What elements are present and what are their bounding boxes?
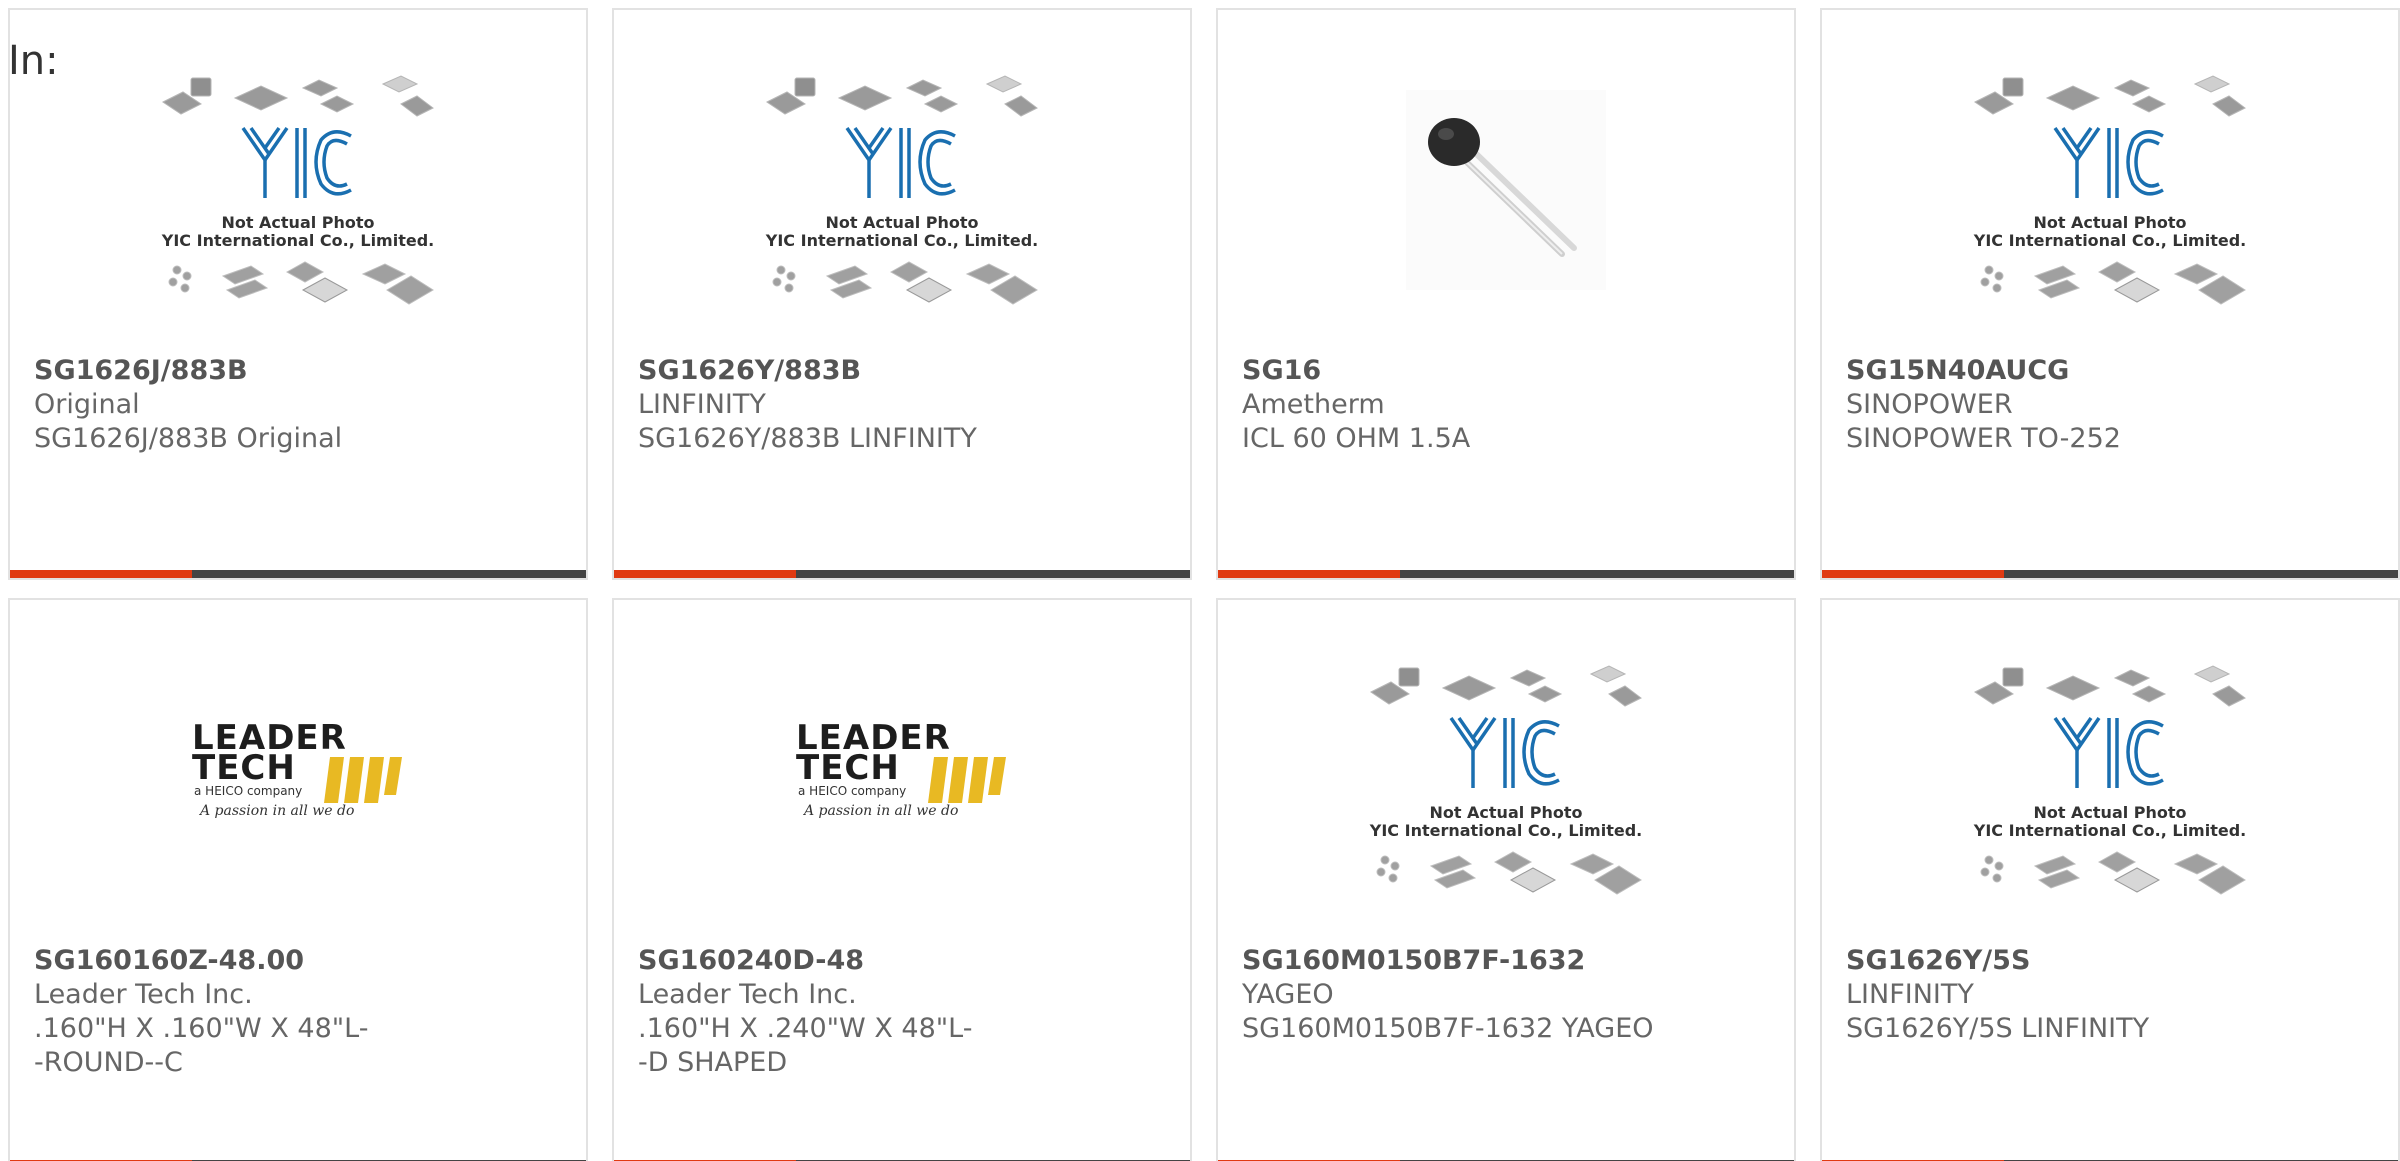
yic-placeholder-image: Not Actual Photo YIC International Co., … [765,75,1038,305]
product-card[interactable]: Not Actual Photo YIC International Co., … [1820,598,2400,1161]
part-number-link[interactable]: SG1626Y/5S [1846,944,2374,978]
product-card[interactable]: LEADER TECH a HEICO company A passion in… [8,598,588,1161]
card-accent-bar [1218,570,1400,578]
card-accent-bar [10,570,192,578]
description: SG1626Y/5S LINFINITY [1846,1013,2150,1044]
product-meta: SG1626Y/883B LINFINITY SG1626Y/883B LINFIN… [638,354,1166,456]
description: SINOPOWER TO-252 [1846,423,2121,454]
manufacturer: Leader Tech Inc. [34,979,253,1010]
product-meta: SG160240D-48 Leader Tech Inc. .160"H X .24… [638,944,1166,1080]
product-image[interactable]: Not Actual Photo YIC International Co., … [614,10,1190,350]
card-bottom-bar [1822,570,2398,578]
product-card[interactable]: Not Actual Photo YIC International Co., … [612,8,1192,580]
description: .160"H X .240"W X 48"L--D SHAPED [638,1013,973,1078]
manufacturer: YAGEO [1242,979,1334,1010]
placeholder-caption-2: YIC International Co., Limited. [1973,821,2246,840]
product-card[interactable]: SG16 Ametherm ICL 60 OHM 1.5A [1216,8,1796,580]
placeholder-caption-1: Not Actual Photo [1429,803,1582,822]
leadertech-line3: a HEICO company [194,784,302,798]
card-accent-bar [614,570,796,578]
description: SG160M0150B7F-1632 YAGEO [1242,1013,1654,1044]
description: .160"H X .160"W X 48"L--ROUND--C [34,1013,369,1078]
part-number-link[interactable]: SG160240D-48 [638,944,1166,978]
product-image[interactable]: LEADER TECH a HEICO company A passion in… [614,600,1190,940]
product-meta: SG15N40AUCG SINOPOWER SINOPOWER TO-252 [1846,354,2374,456]
product-meta: SG16 Ametherm ICL 60 OHM 1.5A [1242,354,1770,456]
product-image[interactable]: Not Actual Photo YIC International Co., … [1822,10,2398,350]
leadertech-line2: TECH [192,748,296,788]
description: ICL 60 OHM 1.5A [1242,423,1471,454]
placeholder-caption-1: Not Actual Photo [2033,803,2186,822]
thermistor-photo [1406,90,1606,290]
manufacturer: LINFINITY [638,389,766,420]
leadertech-logo: LEADER TECH a HEICO company A passion in… [796,718,1006,819]
description: SG1626Y/883B LINFINITY [638,423,977,454]
leadertech-slogan: A passion in all we do [802,803,958,819]
product-card[interactable]: Not Actual Photo YIC International Co., … [8,8,588,580]
placeholder-caption-1: Not Actual Photo [825,213,978,232]
leadertech-logo: LEADER TECH a HEICO company A passion in… [192,718,402,819]
product-grid: Not Actual Photo YIC International Co., … [8,8,2400,1161]
leadertech-slogan: A passion in all we do [198,803,354,819]
product-image[interactable]: Not Actual Photo YIC International Co., … [10,10,586,350]
manufacturer: SINOPOWER [1846,389,2013,420]
page: In: Not Actual Photo YIC International C… [0,0,2400,1161]
product-card[interactable]: Not Actual Photo YIC International Co., … [1820,8,2400,580]
manufacturer: LINFINITY [1846,979,1974,1010]
product-meta: SG160M0150B7F-1632 YAGEO SG160M0150B7F-163… [1242,944,1770,1046]
product-image[interactable]: Not Actual Photo YIC International Co., … [1822,600,2398,940]
description: SG1626J/883B Original [34,423,343,454]
part-number-link[interactable]: SG160M0150B7F-1632 [1242,944,1770,978]
part-number-link[interactable]: SG16 [1242,354,1770,388]
product-image[interactable]: Not Actual Photo YIC International Co., … [1218,600,1794,940]
placeholder-caption-1: Not Actual Photo [221,213,374,232]
yic-placeholder-image: Not Actual Photo YIC International Co., … [1973,75,2246,305]
product-card[interactable]: Not Actual Photo YIC International Co., … [1216,598,1796,1161]
product-card[interactable]: LEADER TECH a HEICO company A passion in… [612,598,1192,1161]
product-meta: SG1626Y/5S LINFINITY SG1626Y/5S LINFINITY [1846,944,2374,1046]
placeholder-caption-1: Not Actual Photo [2033,213,2186,232]
leadertech-line3: a HEICO company [798,784,906,798]
card-bottom-bar [1218,570,1794,578]
part-number-link[interactable]: SG1626Y/883B [638,354,1166,388]
manufacturer: Ametherm [1242,389,1385,420]
yic-placeholder-image: Not Actual Photo YIC International Co., … [1369,665,1642,895]
part-number-link[interactable]: SG15N40AUCG [1846,354,2374,388]
part-number-link[interactable]: SG1626J/883B [34,354,562,388]
card-bottom-bar [614,570,1190,578]
product-meta: SG160160Z-48.00 Leader Tech Inc. .160"H X … [34,944,562,1080]
product-image[interactable]: LEADER TECH a HEICO company A passion in… [10,600,586,940]
placeholder-caption-2: YIC International Co., Limited. [161,231,434,250]
placeholder-caption-2: YIC International Co., Limited. [765,231,1038,250]
yic-placeholder-image: Not Actual Photo YIC International Co., … [161,75,434,305]
part-number-link[interactable]: SG160160Z-48.00 [34,944,562,978]
manufacturer: Original [34,389,140,420]
leadertech-line2: TECH [796,748,900,788]
card-accent-bar [1822,570,2004,578]
manufacturer: Leader Tech Inc. [638,979,857,1010]
in-label: In: [8,38,59,84]
card-bottom-bar [10,570,586,578]
product-meta: SG1626J/883B Original SG1626J/883B Origina… [34,354,562,456]
product-image[interactable] [1218,10,1794,350]
yic-placeholder-image: Not Actual Photo YIC International Co., … [1973,665,2246,895]
placeholder-caption-2: YIC International Co., Limited. [1369,821,1642,840]
placeholder-caption-2: YIC International Co., Limited. [1973,231,2246,250]
